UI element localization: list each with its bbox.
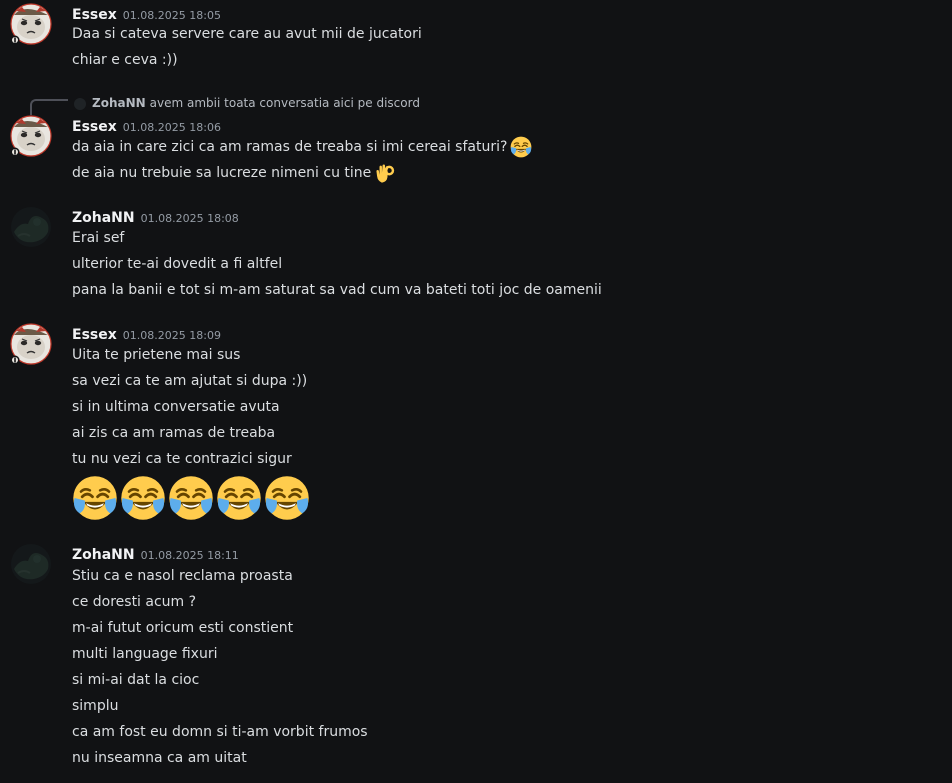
joy-emoji-icon[interactable]: [120, 475, 166, 521]
joy-emoji-icon[interactable]: [216, 475, 262, 521]
joy-emoji-icon[interactable]: [510, 136, 532, 158]
message-text: ca am fost eu domn si ti-am vorbit frumo…: [72, 724, 368, 740]
avatar[interactable]: [10, 323, 52, 365]
timestamp: 01.08.2025 18:11: [140, 549, 239, 562]
reply-text: avem ambii toata conversatia aici pe dis…: [149, 96, 420, 110]
reply-connector: [30, 99, 68, 115]
message-text: ulterior te-ai dovedit a fi altfel: [72, 256, 283, 272]
message-text: Daa si cateva servere care au avut mii d…: [72, 26, 422, 42]
grumpy-cat-avatar-icon: [10, 323, 52, 365]
message-text: ai zis ca am ramas de treaba: [72, 425, 276, 441]
message-text: Stiu ca e nasol reclama proasta: [72, 568, 293, 584]
message-text: nu inseamna ca am uitat: [72, 750, 247, 766]
message-text: si mi-ai dat la cioc: [72, 672, 200, 688]
grumpy-cat-avatar-icon: [10, 3, 52, 45]
message-header: Essex 01.08.2025 18:05: [72, 4, 221, 24]
ok-hand-emoji-icon[interactable]: [374, 162, 396, 184]
message-text: da aia in care zici ca am ramas de treab…: [72, 139, 508, 155]
message-header: ZohaNN 01.08.2025 18:11: [72, 544, 239, 564]
message-text: pana la banii e tot si m-am saturat sa v…: [72, 282, 602, 298]
jumbo-emoji-row: [72, 475, 312, 523]
joy-emoji-icon[interactable]: [168, 475, 214, 521]
message-row: de aia nu trebuie sa lucreze nimeni cu t…: [72, 162, 396, 184]
avatar[interactable]: [10, 206, 52, 248]
timestamp: 01.08.2025 18:08: [140, 212, 239, 225]
message-row: da aia in care zici ca am ramas de treab…: [72, 136, 532, 158]
author-name[interactable]: ZohaNN: [72, 210, 135, 226]
message-header: ZohaNN 01.08.2025 18:08: [72, 207, 239, 227]
message-text: Erai sef: [72, 230, 125, 246]
message-text: chiar e ceva :)): [72, 52, 178, 68]
joy-emoji-icon[interactable]: [72, 475, 118, 521]
reply-author[interactable]: ZohaNN: [92, 96, 146, 110]
message-text: si in ultima conversatie avuta: [72, 399, 280, 415]
author-name[interactable]: Essex: [72, 7, 117, 23]
message-header: Essex 01.08.2025 18:09: [72, 324, 221, 344]
message-text: m-ai futut oricum esti constient: [72, 620, 294, 636]
timestamp: 01.08.2025 18:05: [122, 9, 221, 22]
reply-avatar: [74, 97, 86, 110]
timestamp: 01.08.2025 18:09: [122, 329, 221, 342]
message-header: Essex 01.08.2025 18:06: [72, 116, 221, 136]
author-name[interactable]: Essex: [72, 119, 117, 135]
reply-preview[interactable]: ZohaNN avem ambii toata conversatia aici …: [74, 95, 420, 111]
message-text: multi language fixuri: [72, 646, 218, 662]
message-text: tu nu vezi ca te contrazici sigur: [72, 451, 292, 467]
message-text: ce doresti acum ?: [72, 594, 197, 610]
message-text: Uita te prietene mai sus: [72, 347, 241, 363]
author-name[interactable]: Essex: [72, 327, 117, 343]
avatar[interactable]: [10, 543, 52, 585]
message-text: sa vezi ca te am ajutat si dupa :)): [72, 373, 308, 389]
grumpy-cat-avatar-icon: [10, 115, 52, 157]
dark-avatar-icon: [10, 206, 52, 248]
timestamp: 01.08.2025 18:06: [122, 121, 221, 134]
author-name[interactable]: ZohaNN: [72, 547, 135, 563]
message-text: simplu: [72, 698, 119, 714]
message-text: de aia nu trebuie sa lucreze nimeni cu t…: [72, 165, 372, 181]
joy-emoji-icon[interactable]: [264, 475, 310, 521]
avatar[interactable]: [10, 115, 52, 157]
avatar[interactable]: [10, 3, 52, 45]
dark-avatar-icon: [10, 543, 52, 585]
